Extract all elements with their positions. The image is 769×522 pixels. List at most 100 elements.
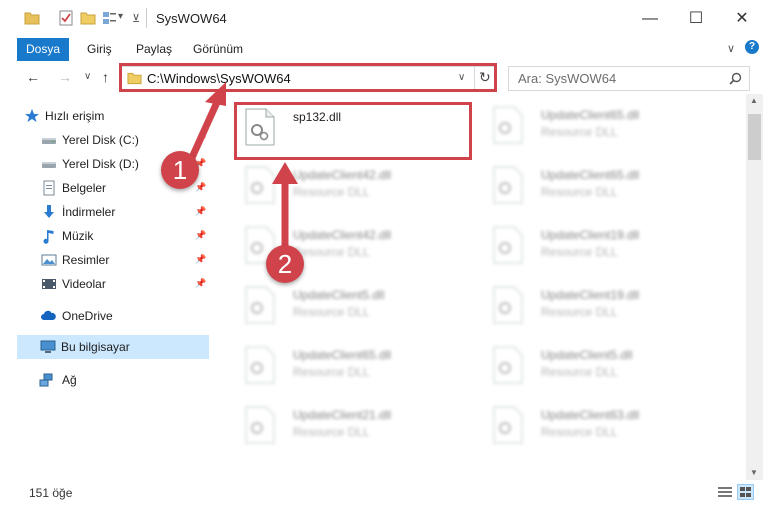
vertical-scrollbar[interactable]: ▲ ▼ <box>746 94 763 480</box>
file-name: UpdateClient5.dll <box>541 348 633 362</box>
file-type: Resource DLL <box>293 365 370 379</box>
file-item[interactable]: UpdateClient65.dll Resource DLL <box>483 158 723 216</box>
file-name: UpdateClient63.dll <box>541 408 640 422</box>
close-button[interactable]: ✕ <box>719 0 765 38</box>
details-view-icon[interactable] <box>718 486 732 498</box>
sidebar-item-label: Hızlı erişim <box>45 109 105 123</box>
sidebar-item-onedrive[interactable]: OneDrive <box>0 304 210 328</box>
computer-icon <box>40 340 56 353</box>
view-options-icon[interactable] <box>102 10 118 26</box>
tab-share[interactable]: Paylaş <box>136 38 172 61</box>
title-bar: ▾ ⊻ SysWOW64 — ☐ ✕ <box>0 0 769 38</box>
sidebar-item-quick-access[interactable]: Hızlı erişim <box>0 104 210 128</box>
sidebar-item-label: Videolar <box>62 277 106 291</box>
file-type: Resource DLL <box>541 125 618 139</box>
file-item[interactable]: UpdateClient65.dll Resource DLL <box>235 338 475 396</box>
file-name: UpdateClient65.dll <box>541 108 640 122</box>
network-icon <box>39 373 53 387</box>
file-item[interactable]: UpdateClient65.dll Resource DLL <box>483 98 723 156</box>
dll-file-icon <box>493 346 523 384</box>
scroll-thumb[interactable] <box>748 114 761 160</box>
file-name: UpdateClient42.dll <box>293 168 392 182</box>
large-icons-view-icon[interactable] <box>737 484 754 500</box>
drive-icon <box>42 162 56 168</box>
customize-toolbar-icon[interactable]: ⊻ <box>132 12 140 25</box>
up-button[interactable]: ↑ <box>102 69 109 85</box>
help-icon[interactable]: ? <box>745 40 759 54</box>
maximize-button[interactable]: ☐ <box>673 0 719 38</box>
sidebar-item-downloads[interactable]: İndirmeler 📌 <box>0 200 210 224</box>
dll-file-icon <box>493 406 523 444</box>
sidebar-item-videos[interactable]: Videolar 📌 <box>0 272 210 296</box>
drive-icon <box>42 138 56 144</box>
file-name: UpdateClient21.dll <box>293 408 392 422</box>
dll-file-icon <box>245 286 275 324</box>
file-item[interactable]: UpdateClient5.dll Resource DLL <box>235 278 475 336</box>
back-button[interactable]: ← <box>26 69 40 85</box>
folder-icon <box>24 12 40 25</box>
sidebar-item-pictures[interactable]: Resimler 📌 <box>0 248 210 272</box>
sidebar-item-label: Müzik <box>62 229 94 243</box>
sidebar-item-local-disk-c[interactable]: Yerel Disk (C:) 📌 <box>0 128 210 152</box>
recent-locations-button[interactable]: ∨ <box>84 71 91 82</box>
dll-file-icon <box>245 406 275 444</box>
file-item[interactable]: UpdateClient5.dll Resource DLL <box>483 338 723 396</box>
scroll-down-icon[interactable]: ▼ <box>750 468 758 477</box>
minimize-button[interactable]: — <box>627 0 673 38</box>
status-bar: 151 öğe <box>0 480 769 504</box>
sidebar-item-label: OneDrive <box>62 309 113 323</box>
pin-icon: 📌 <box>195 230 207 240</box>
file-item[interactable]: UpdateClient19.dll Resource DLL <box>483 218 723 276</box>
dll-file-icon <box>245 166 275 204</box>
dll-file-icon <box>493 286 523 324</box>
dll-file-icon <box>493 166 523 204</box>
tab-home[interactable]: Giriş <box>87 38 112 61</box>
title-divider <box>146 8 147 28</box>
music-icon <box>43 230 54 244</box>
ribbon-collapse-icon[interactable]: ∨ <box>727 42 735 55</box>
scroll-up-icon[interactable]: ▲ <box>750 96 758 105</box>
sidebar-item-label: Resimler <box>62 253 110 267</box>
search-box[interactable]: Ara: SysWOW64 <box>508 66 750 91</box>
pictures-icon <box>41 254 57 266</box>
file-type: Resource DLL <box>293 245 370 259</box>
tab-view[interactable]: Görünüm <box>193 38 243 61</box>
pin-icon: 📌 <box>195 182 207 192</box>
step-1-badge: 1 <box>161 151 199 189</box>
step-2-badge: 2 <box>266 245 304 283</box>
pin-icon: 📌 <box>195 254 207 264</box>
sidebar-item-music[interactable]: Müzik 📌 <box>0 224 210 248</box>
sidebar-item-this-pc[interactable]: Bu bilgisayar <box>17 335 209 359</box>
address-highlight-box <box>119 63 497 92</box>
sidebar-item-network[interactable]: Ağ <box>0 368 210 392</box>
videos-icon <box>42 279 56 289</box>
window-title: SysWOW64 <box>156 11 227 26</box>
file-highlight-box <box>234 102 472 160</box>
file-name: UpdateClient65.dll <box>293 348 392 362</box>
window-bottom-edge <box>0 504 769 522</box>
file-item[interactable]: UpdateClient21.dll Resource DLL <box>235 398 475 456</box>
search-icon[interactable] <box>729 72 742 85</box>
pin-icon: 📌 <box>195 278 207 288</box>
file-type: Resource DLL <box>293 305 370 319</box>
file-item[interactable]: UpdateClient63.dll Resource DLL <box>483 398 723 456</box>
file-name: UpdateClient19.dll <box>541 288 640 302</box>
sidebar-item-label: Yerel Disk (C:) <box>62 133 139 147</box>
file-item[interactable]: UpdateClient19.dll Resource DLL <box>483 278 723 336</box>
sidebar-item-label: Bu bilgisayar <box>61 340 130 354</box>
forward-button[interactable]: → <box>58 69 72 85</box>
properties-icon[interactable] <box>58 10 74 26</box>
file-item[interactable]: UpdateClient42.dll Resource DLL <box>235 158 475 216</box>
file-type: Resource DLL <box>541 305 618 319</box>
tab-file[interactable]: Dosya <box>17 38 69 61</box>
file-type: Resource DLL <box>293 425 370 439</box>
file-type: Resource DLL <box>541 425 618 439</box>
quick-access-dropdown-icon[interactable]: ▾ <box>118 11 123 22</box>
file-name: UpdateClient42.dll <box>293 228 392 242</box>
sidebar-item-label: Ağ <box>62 373 77 387</box>
new-folder-icon[interactable] <box>80 10 96 26</box>
file-name: UpdateClient19.dll <box>541 228 640 242</box>
star-icon <box>25 109 39 122</box>
file-name: UpdateClient65.dll <box>541 168 640 182</box>
cloud-icon <box>41 310 56 320</box>
